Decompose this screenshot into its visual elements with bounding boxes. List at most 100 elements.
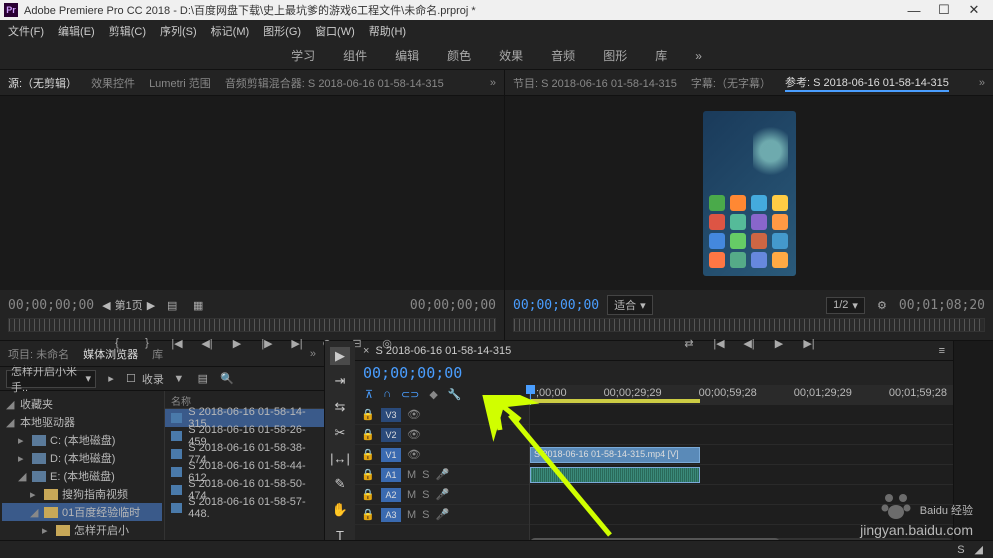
track-head-a3[interactable]: 🔒A3MS🎤 bbox=[355, 505, 529, 525]
mute-icon[interactable]: M bbox=[407, 489, 416, 501]
workspace-overflow-icon[interactable]: » bbox=[695, 49, 702, 63]
menu-edit[interactable]: 编辑(E) bbox=[58, 23, 95, 39]
mic-icon[interactable]: 🎤 bbox=[436, 468, 450, 481]
menu-graphics[interactable]: 图形(G) bbox=[263, 23, 301, 39]
track-head-a2[interactable]: 🔒A2MS🎤 bbox=[355, 485, 529, 505]
workspace-graphics[interactable]: 图形 bbox=[603, 47, 627, 64]
search-icon[interactable]: 🔍 bbox=[218, 370, 236, 388]
list-view-icon[interactable]: ▤ bbox=[163, 296, 181, 314]
tree-folder-xiaomi[interactable]: ▸怎样开启小 bbox=[2, 521, 162, 539]
source-tc-in[interactable]: 00;00;00;00 bbox=[8, 298, 94, 313]
eye-icon[interactable]: 👁 bbox=[407, 448, 421, 461]
tab-lumetri[interactable]: Lumetri 范围 bbox=[149, 75, 211, 91]
source-tabs-overflow-icon[interactable]: » bbox=[490, 77, 496, 89]
solo-icon[interactable]: S bbox=[422, 489, 429, 501]
page-next-icon[interactable]: ▶ bbox=[147, 299, 155, 312]
tab-captions[interactable]: 字幕:（无字幕） bbox=[691, 75, 771, 91]
tree-drive-d[interactable]: ▸D: (本地磁盘) bbox=[2, 449, 162, 467]
timeline-ruler[interactable]: ;00;00 00;00;29;29 00;00;59;28 00;01;29;… bbox=[530, 385, 953, 405]
solo-icon[interactable]: S bbox=[422, 509, 429, 521]
playhead[interactable] bbox=[530, 385, 531, 405]
lock-icon[interactable]: 🔒 bbox=[361, 448, 375, 462]
project-tabs-overflow-icon[interactable]: » bbox=[310, 348, 316, 360]
video-clip[interactable]: S 2018-06-16 01-58-14-315.mp4 [V] bbox=[530, 447, 700, 463]
media-search-input[interactable]: 怎样开启小米手..▾ bbox=[6, 370, 96, 388]
tree-local-drives[interactable]: ◢本地驱动器 bbox=[2, 413, 162, 431]
maximize-button[interactable]: ☐ bbox=[929, 2, 959, 18]
menu-window[interactable]: 窗口(W) bbox=[315, 23, 355, 39]
settings-icon[interactable]: ⚙ bbox=[873, 296, 891, 314]
lock-icon[interactable]: 🔒 bbox=[361, 428, 375, 442]
lock-icon[interactable]: 🔒 bbox=[361, 468, 375, 482]
mute-icon[interactable]: M bbox=[407, 509, 416, 521]
track-select-tool-icon[interactable]: ⇥ bbox=[330, 373, 350, 391]
zoom-fit-dropdown[interactable]: 适合▾ bbox=[607, 295, 653, 315]
track-head-v1[interactable]: 🔒V1👁 bbox=[355, 445, 529, 465]
workspace-libraries[interactable]: 库 bbox=[655, 47, 667, 64]
workspace-color[interactable]: 颜色 bbox=[447, 47, 471, 64]
program-tc-current[interactable]: 00;00;00;00 bbox=[513, 298, 599, 313]
menu-marker[interactable]: 标记(M) bbox=[211, 23, 250, 39]
track-head-a1[interactable]: 🔒A1MS🎤 bbox=[355, 465, 529, 485]
marker-icon[interactable]: ◆ bbox=[429, 388, 437, 401]
tree-folder-baidu[interactable]: ◢01百度经验临时 bbox=[2, 503, 162, 521]
menu-sequence[interactable]: 序列(S) bbox=[160, 23, 197, 39]
linked-icon[interactable]: ⊂⊃ bbox=[401, 388, 419, 401]
eye-icon[interactable]: 👁 bbox=[407, 408, 421, 421]
ripple-tool-icon[interactable]: ⇆ bbox=[330, 398, 350, 416]
ingest-checkbox[interactable]: ☐ bbox=[126, 372, 136, 385]
track-head-v2[interactable]: 🔒V2👁 bbox=[355, 425, 529, 445]
lock-icon[interactable]: 🔒 bbox=[361, 408, 375, 422]
program-tabs-overflow-icon[interactable]: » bbox=[979, 77, 985, 89]
page-prev-icon[interactable]: ◀ bbox=[102, 299, 110, 312]
snap-icon[interactable]: ⊼ bbox=[365, 388, 373, 401]
program-tc-duration[interactable]: 00;01;08;20 bbox=[899, 298, 985, 313]
workspace-assembly[interactable]: 组件 bbox=[343, 47, 367, 64]
tree-folder-sougou[interactable]: ▸搜狗指南视频 bbox=[2, 485, 162, 503]
selection-tool-icon[interactable]: ▶ bbox=[330, 347, 350, 365]
program-ruler[interactable] bbox=[513, 318, 985, 332]
directory-icon[interactable]: ▤ bbox=[194, 370, 212, 388]
workspace-audio[interactable]: 音频 bbox=[551, 47, 575, 64]
tab-media-browser[interactable]: 媒体浏览器 bbox=[83, 346, 138, 362]
resolution-dropdown[interactable]: 1/2▾ bbox=[826, 297, 865, 314]
wrench-icon[interactable]: 🔧 bbox=[448, 388, 462, 401]
mic-icon[interactable]: 🎤 bbox=[436, 508, 450, 521]
tree-drive-c[interactable]: ▸C: (本地磁盘) bbox=[2, 431, 162, 449]
timeline-close-icon[interactable]: × bbox=[363, 345, 369, 357]
hand-tool-icon[interactable]: ✋ bbox=[330, 501, 350, 519]
sequence-name[interactable]: S 2018-06-16 01-58-14-315 bbox=[375, 345, 511, 357]
tab-source[interactable]: 源:（无剪辑） bbox=[8, 75, 77, 91]
razor-tool-icon[interactable]: ✂ bbox=[330, 424, 350, 442]
workspace-editing[interactable]: 编辑 bbox=[395, 47, 419, 64]
lock-icon[interactable]: 🔒 bbox=[361, 508, 375, 522]
tab-reference[interactable]: 参考: S 2018-06-16 01-58-14-315 bbox=[785, 74, 949, 92]
magnet-icon[interactable]: ∩ bbox=[383, 388, 391, 400]
close-button[interactable]: ✕ bbox=[959, 2, 989, 18]
tab-program[interactable]: 节目: S 2018-06-16 01-58-14-315 bbox=[513, 75, 677, 91]
tab-audio-mixer[interactable]: 音频剪辑混合器: S 2018-06-16 01-58-14-315 bbox=[225, 75, 444, 91]
tree-favorites[interactable]: ◢收藏夹 bbox=[2, 395, 162, 413]
source-tc-out[interactable]: 00;00;00;00 bbox=[410, 298, 496, 313]
filter-icon[interactable]: ▼ bbox=[170, 370, 188, 388]
grid-view-icon[interactable]: ▦ bbox=[189, 296, 207, 314]
menu-help[interactable]: 帮助(H) bbox=[369, 23, 406, 39]
menu-file[interactable]: 文件(F) bbox=[8, 23, 44, 39]
workspace-learn[interactable]: 学习 bbox=[291, 47, 315, 64]
timeline-menu-icon[interactable]: ≡ bbox=[939, 345, 945, 357]
track-head-v3[interactable]: 🔒V3👁 bbox=[355, 405, 529, 425]
status-resize-icon[interactable]: ◢ bbox=[975, 543, 983, 556]
pen-tool-icon[interactable]: ✎ bbox=[330, 475, 350, 493]
slip-tool-icon[interactable]: |↔| bbox=[330, 450, 350, 468]
tab-libraries[interactable]: 库 bbox=[152, 346, 163, 362]
new-folder-icon[interactable]: ▸ bbox=[102, 370, 120, 388]
tree-drive-e[interactable]: ◢E: (本地磁盘) bbox=[2, 467, 162, 485]
workspace-effects[interactable]: 效果 bbox=[499, 47, 523, 64]
tab-effect-controls[interactable]: 效果控件 bbox=[91, 75, 135, 91]
minimize-button[interactable]: — bbox=[899, 3, 929, 18]
mute-icon[interactable]: M bbox=[407, 469, 416, 481]
eye-icon[interactable]: 👁 bbox=[407, 428, 421, 441]
list-item[interactable]: S 2018-06-16 01-58-57-448. bbox=[165, 499, 324, 517]
audio-clip[interactable] bbox=[530, 467, 700, 483]
tab-project-panel[interactable]: 项目: 未命名 bbox=[8, 346, 69, 362]
